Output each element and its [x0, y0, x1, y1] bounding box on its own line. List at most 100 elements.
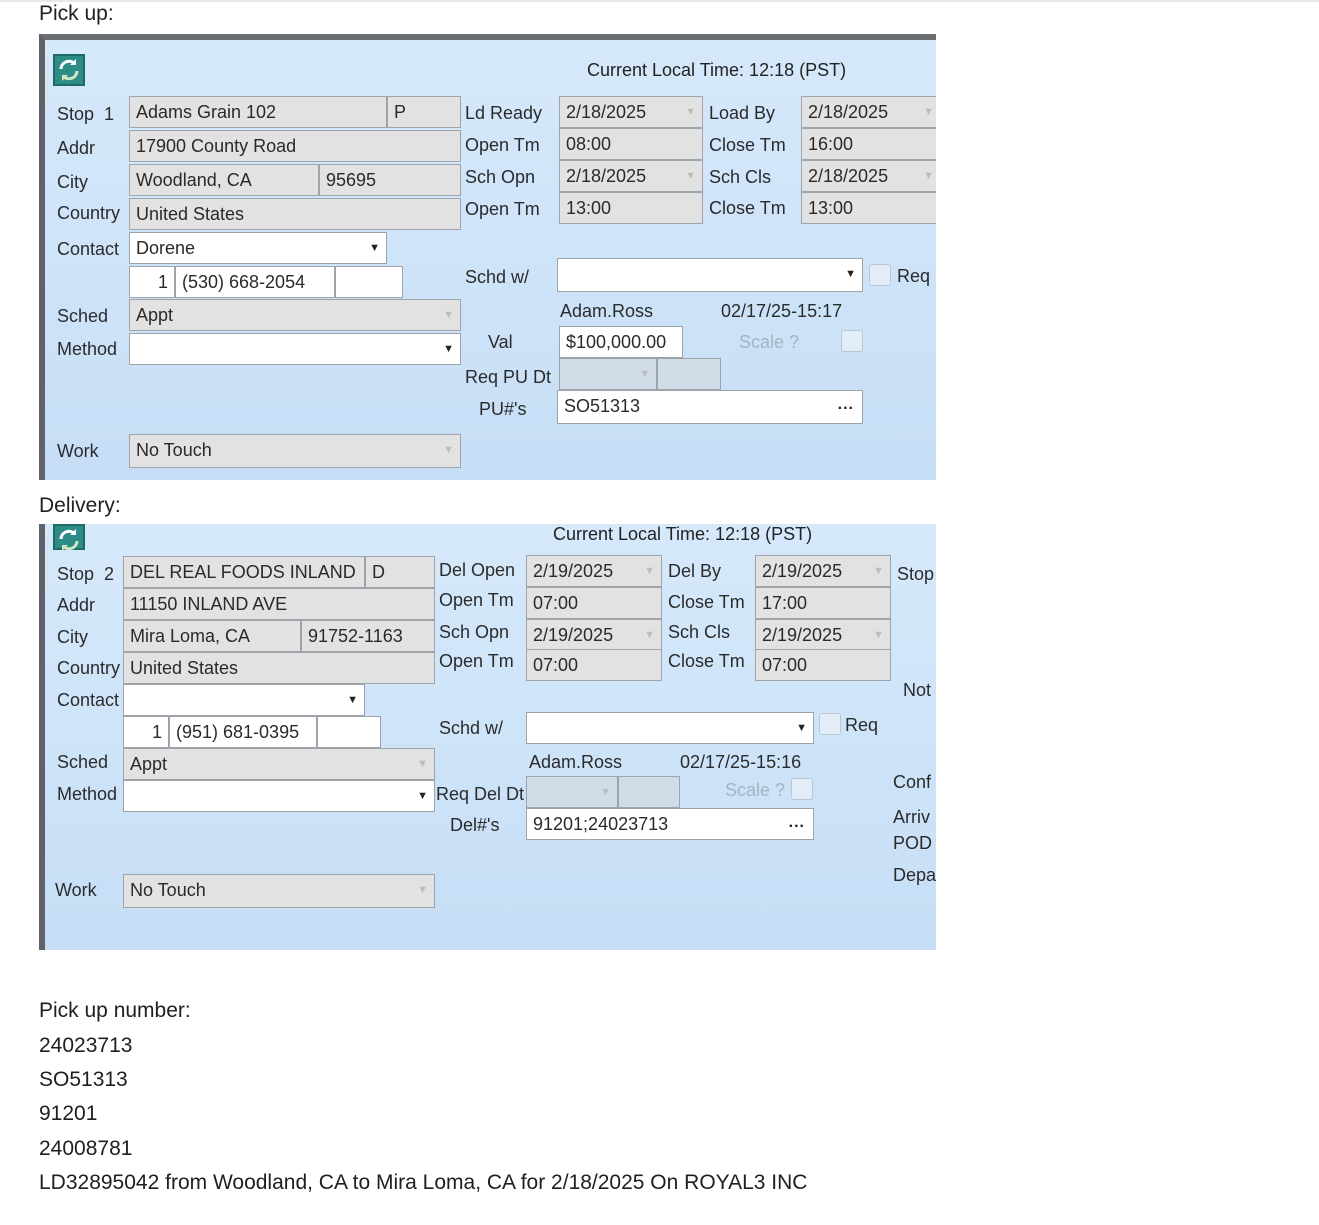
close-tm-label: Close Tm [709, 135, 786, 155]
del-nums-field[interactable]: 91201;24023713... [526, 808, 814, 840]
zip-field[interactable]: 95695 [319, 164, 461, 196]
val-field[interactable]: $100,000.00 [559, 326, 683, 358]
pu-nums-field[interactable]: SO51313... [557, 390, 863, 424]
open-tm-field[interactable]: 08:00 [559, 128, 703, 160]
sched-select[interactable]: Appt ▼ [129, 299, 461, 331]
top-divider [0, 0, 1319, 2]
chevron-down-icon: ▼ [685, 170, 696, 182]
city-field[interactable]: Mira Loma, CA [123, 620, 301, 652]
method-label: Method [57, 784, 118, 804]
phone-field[interactable]: (951) 681-0395 [169, 716, 317, 748]
country-field[interactable]: United States [123, 652, 435, 684]
country-field[interactable]: United States [129, 198, 461, 230]
method-label: Method [57, 339, 118, 359]
req-pu-date[interactable]: ▼ [559, 358, 657, 390]
open-tm2-label: Open Tm [439, 651, 514, 671]
refresh-icon[interactable] [53, 54, 85, 86]
sch-opn-label: Sch Opn [465, 167, 536, 187]
side-depa-label: Depa [893, 865, 936, 885]
addr-field[interactable]: 11150 INLAND AVE [123, 588, 435, 620]
del-nums-label: Del#'s [450, 815, 500, 835]
country-label: Country [57, 203, 121, 223]
stop-name-field[interactable]: DEL REAL FOODS INLAND [123, 556, 365, 588]
scale-checkbox[interactable] [791, 778, 813, 800]
open-tm-field[interactable]: 07:00 [526, 587, 662, 619]
load-by-label: Load By [709, 103, 776, 123]
phone-country-field[interactable]: 1 [123, 716, 169, 748]
sch-opn-date[interactable]: 2/19/2025 ▼ [526, 619, 662, 651]
city-label: City [57, 627, 88, 647]
req-del-time[interactable] [618, 776, 680, 808]
phone-country-field[interactable]: 1 [129, 266, 175, 298]
req-label: Req [897, 266, 931, 286]
method-select[interactable]: ▼ [129, 333, 461, 365]
del-open-label: Del Open [439, 560, 516, 580]
stop-name-field[interactable]: Adams Grain 102 [129, 96, 387, 128]
chevron-down-icon: ▼ [443, 309, 454, 321]
close-tm-label: Close Tm [668, 592, 745, 612]
method-select[interactable]: ▼ [123, 780, 435, 812]
close-tm2-label: Close Tm [709, 198, 786, 218]
chevron-down-icon: ▼ [417, 790, 428, 802]
req-del-date[interactable]: ▼ [526, 776, 618, 808]
close-tm-field[interactable]: 16:00 [801, 128, 936, 160]
scale-checkbox[interactable] [841, 330, 863, 352]
addr-label: Addr [57, 595, 96, 615]
ld-ready-date[interactable]: 2/18/2025 ▼ [559, 96, 703, 128]
side-conf-label: Conf [893, 772, 932, 792]
chevron-down-icon: ▼ [644, 629, 655, 641]
work-select[interactable]: No Touch ▼ [123, 874, 435, 908]
chevron-down-icon: ▼ [845, 268, 856, 280]
chevron-down-icon: ▼ [417, 884, 428, 896]
pickup-number-line: 24023713 [39, 1034, 133, 1057]
close-tm-field[interactable]: 17:00 [755, 587, 891, 619]
req-checkbox[interactable] [819, 713, 841, 735]
sched-label: Sched [57, 752, 109, 772]
work-label: Work [55, 880, 97, 900]
schd-w-select[interactable]: ▼ [526, 712, 814, 744]
work-select[interactable]: No Touch ▼ [129, 434, 461, 468]
phone-ext-field[interactable] [335, 266, 403, 298]
open-tm2-field[interactable]: 13:00 [559, 192, 703, 224]
stop-type-field[interactable]: D [365, 556, 435, 588]
open-tm2-field[interactable]: 07:00 [526, 649, 662, 681]
side-not-label: Not [903, 680, 932, 700]
contact-select[interactable]: ▼ [123, 684, 365, 716]
more-options-icon[interactable]: ... [789, 809, 805, 837]
addr-field[interactable]: 17900 County Road [129, 130, 461, 162]
refresh-icon[interactable] [53, 524, 85, 551]
pickup-number-line: SO51313 [39, 1068, 128, 1091]
chevron-down-icon: ▼ [796, 722, 807, 734]
scale-label: Scale ? [725, 780, 786, 800]
city-field[interactable]: Woodland, CA [129, 164, 319, 196]
phone-field[interactable]: (530) 668-2054 [175, 266, 335, 298]
close-tm2-field[interactable]: 13:00 [801, 192, 936, 224]
more-options-icon[interactable]: ... [838, 391, 854, 419]
chevron-down-icon: ▼ [873, 565, 884, 577]
req-pu-dt-label: Req PU Dt [465, 367, 552, 387]
chevron-down-icon: ▼ [873, 629, 884, 641]
zip-field[interactable]: 91752-1163 [301, 620, 435, 652]
phone-ext-field[interactable] [317, 716, 381, 748]
req-label: Req [845, 715, 879, 735]
del-by-date[interactable]: 2/19/2025 ▼ [755, 555, 891, 587]
sch-cls-date[interactable]: 2/18/2025 ▼ [801, 160, 936, 192]
contact-select[interactable]: Dorene ▼ [129, 232, 387, 264]
chevron-down-icon: ▼ [417, 758, 428, 770]
sched-label: Sched [57, 306, 109, 326]
sch-cls-date[interactable]: 2/19/2025 ▼ [755, 619, 891, 651]
del-open-date[interactable]: 2/19/2025 ▼ [526, 555, 662, 587]
work-label: Work [57, 441, 99, 461]
schd-w-select[interactable]: ▼ [557, 258, 863, 292]
sched-select[interactable]: Appt ▼ [123, 748, 435, 780]
sch-opn-date[interactable]: 2/18/2025 ▼ [559, 160, 703, 192]
contact-label: Contact [57, 690, 120, 710]
open-tm-label: Open Tm [439, 590, 514, 610]
load-by-date[interactable]: 2/18/2025 ▼ [801, 96, 936, 128]
contact-label: Contact [57, 239, 120, 259]
req-pu-time[interactable] [657, 358, 721, 390]
close-tm2-field[interactable]: 07:00 [755, 649, 891, 681]
open-tm2-label: Open Tm [465, 199, 540, 219]
stop-type-field[interactable]: P [387, 96, 461, 128]
req-checkbox[interactable] [869, 264, 891, 286]
